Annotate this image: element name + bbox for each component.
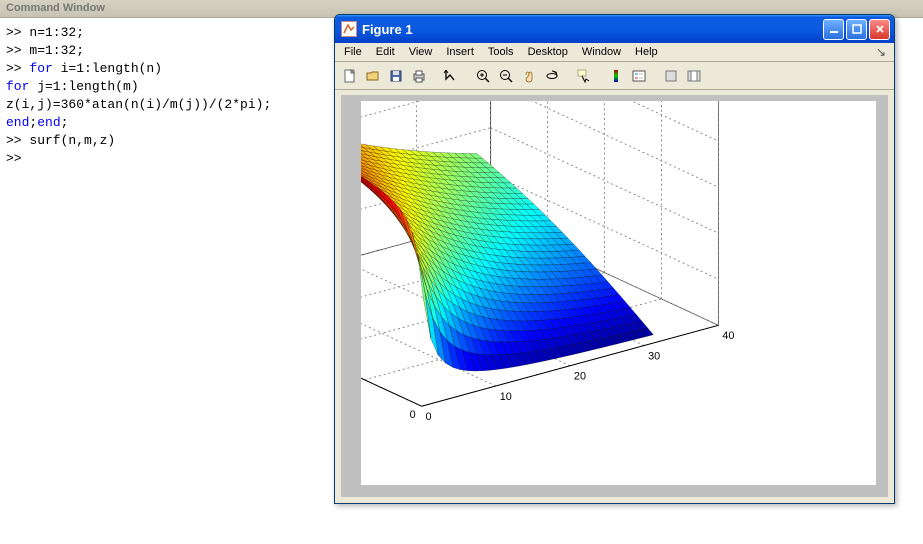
new-figure-icon[interactable] [339,65,361,87]
dock-arrow-icon[interactable]: ↘ [870,45,892,59]
svg-text:0: 0 [426,411,432,423]
axes-3d[interactable]: 020406080100010203040010203040 [361,101,876,485]
menu-window[interactable]: Window [575,44,628,60]
figure-window: Figure 1 File Edit View Insert Tools Des… [334,14,895,504]
save-icon[interactable] [385,65,407,87]
rotate-3d-icon[interactable] [541,65,563,87]
svg-text:20: 20 [574,371,586,383]
menu-desktop[interactable]: Desktop [521,44,575,60]
zoom-in-icon[interactable] [472,65,494,87]
open-icon[interactable] [362,65,384,87]
edit-plot-icon[interactable] [440,65,462,87]
maximize-button[interactable] [846,19,867,40]
pan-icon[interactable] [518,65,540,87]
figure-toolbar [335,62,894,90]
hide-plot-tools-icon[interactable] [660,65,682,87]
minimize-button[interactable] [823,19,844,40]
svg-text:10: 10 [500,391,512,403]
figure-titlebar[interactable]: Figure 1 [335,15,894,43]
show-plot-tools-icon[interactable] [683,65,705,87]
insert-legend-icon[interactable] [628,65,650,87]
menu-edit[interactable]: Edit [369,44,402,60]
figure-canvas: 020406080100010203040010203040 [341,95,888,497]
menu-tools[interactable]: Tools [481,44,521,60]
svg-text:30: 30 [648,350,660,362]
insert-colorbar-icon[interactable] [605,65,627,87]
matlab-figure-icon [341,21,357,37]
svg-text:0: 0 [410,409,416,421]
figure-menubar: File Edit View Insert Tools Desktop Wind… [335,43,894,62]
caption-buttons [823,19,890,40]
figure-title: Figure 1 [362,22,413,37]
menu-help[interactable]: Help [628,44,665,60]
menu-view[interactable]: View [402,44,440,60]
close-button[interactable] [869,19,890,40]
zoom-out-icon[interactable] [495,65,517,87]
menu-insert[interactable]: Insert [439,44,481,60]
menu-file[interactable]: File [337,44,369,60]
print-icon[interactable] [408,65,430,87]
svg-text:40: 40 [722,330,734,342]
data-cursor-icon[interactable] [573,65,595,87]
